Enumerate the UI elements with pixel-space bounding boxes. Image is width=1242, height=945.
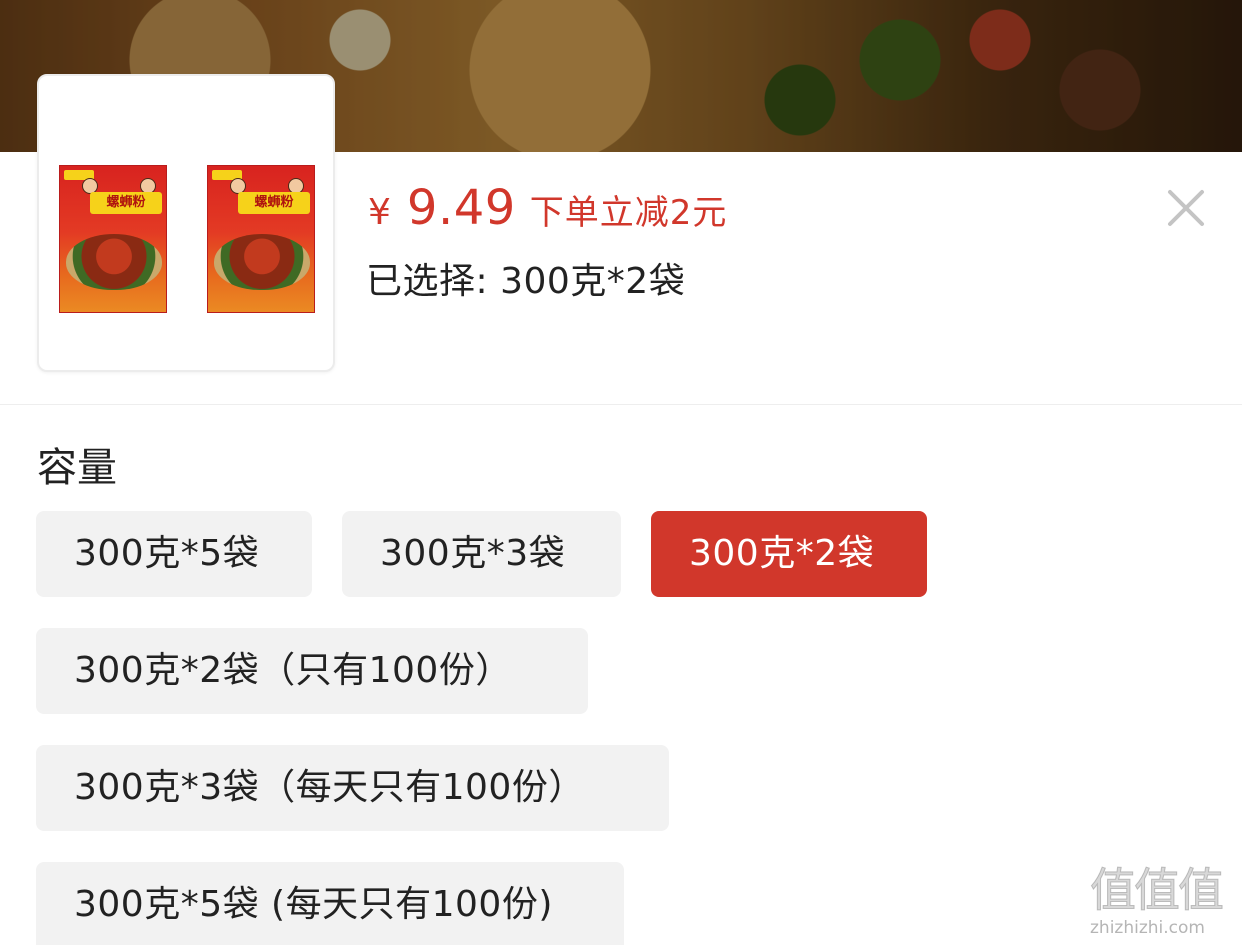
option-300g-3bags[interactable]: 300克*3袋	[342, 511, 621, 597]
option-300g-2bags-selected[interactable]: 300克*2袋	[651, 511, 927, 597]
option-300g-5bags[interactable]: 300克*5袋	[36, 511, 312, 597]
divider	[0, 404, 1242, 405]
package-title: 螺蛳粉	[90, 192, 162, 214]
close-icon	[1168, 190, 1204, 226]
option-300g-3bags-daily-limited[interactable]: 300克*3袋（每天只有100份）	[36, 745, 669, 831]
product-package-right: 螺蛳粉	[207, 165, 315, 313]
currency-symbol: ¥	[368, 192, 391, 233]
site-watermark: 值值值 zhizhizhi.com	[1090, 862, 1235, 942]
section-title-capacity: 容量	[37, 445, 117, 491]
noodle-bowl-icon	[214, 234, 310, 290]
option-300g-2bags-limited[interactable]: 300克*2袋（只有100份）	[36, 628, 588, 714]
noodle-bowl-icon	[66, 234, 162, 290]
package-title: 螺蛳粉	[238, 192, 310, 214]
selected-spec-text: 已选择: 300克*2袋	[366, 261, 686, 302]
product-thumbnail[interactable]: 螺蛳粉 螺蛳粉	[37, 74, 335, 372]
promo-text: 下单立减2元	[529, 193, 728, 233]
price-row: ¥9.49 下单立减2元	[368, 180, 727, 236]
close-button[interactable]	[1162, 184, 1210, 232]
watermark-logo: 值值值	[1090, 863, 1225, 918]
watermark-url: zhizhizhi.com	[1090, 918, 1205, 938]
price-value: 9.49	[406, 180, 516, 236]
product-package-left: 螺蛳粉	[59, 165, 167, 313]
option-300g-5bags-daily-limited[interactable]: 300克*5袋 (每天只有100份)	[36, 862, 624, 945]
